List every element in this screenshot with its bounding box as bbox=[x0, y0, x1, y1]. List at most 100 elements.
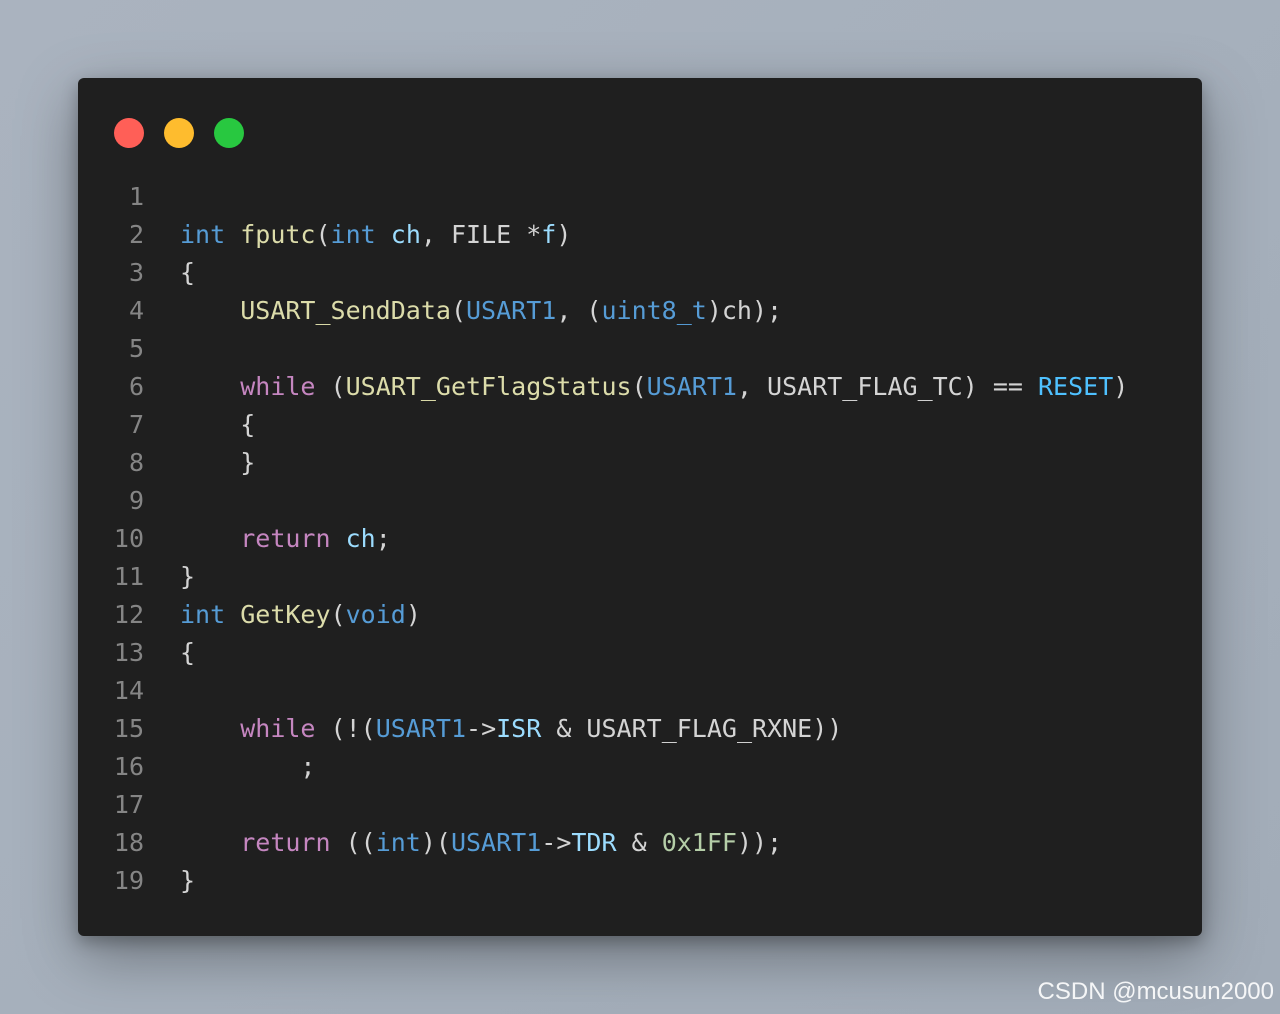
line-source: { bbox=[144, 634, 195, 672]
window-controls bbox=[114, 118, 244, 148]
line-source: int fputc(int ch, FILE *f) bbox=[144, 216, 571, 254]
line-source: } bbox=[144, 444, 255, 482]
code-token: )ch); bbox=[706, 296, 783, 325]
code-line: 2 int fputc(int ch, FILE *f) bbox=[78, 216, 1202, 254]
line-source: int GetKey(void) bbox=[144, 596, 421, 634]
code-line: 7 { bbox=[78, 406, 1202, 444]
minimize-icon[interactable] bbox=[164, 118, 194, 148]
code-token: ( bbox=[330, 600, 346, 629]
code-token: ( bbox=[450, 296, 466, 325]
line-number: 14 bbox=[113, 676, 144, 705]
code-token: } bbox=[180, 562, 196, 591]
code-line: 18 return ((int)(USART1->TDR & 0x1FF)); bbox=[78, 824, 1202, 862]
line-number: 19 bbox=[113, 866, 144, 895]
code-token: )( bbox=[420, 828, 451, 857]
code-token: ISR bbox=[496, 714, 542, 743]
code-token: ch bbox=[390, 220, 421, 249]
line-number: 16 bbox=[113, 752, 144, 781]
line-number: 4 bbox=[128, 296, 144, 325]
code-block: 1 2 int fputc(int ch, FILE *f) 3{4 USART_Se… bbox=[78, 178, 1202, 900]
line-number: 15 bbox=[113, 714, 144, 743]
line-number: 2 bbox=[128, 220, 144, 249]
code-token: f bbox=[541, 220, 557, 249]
line-number: 13 bbox=[113, 638, 144, 667]
code-token: { bbox=[180, 258, 196, 287]
code-token: while bbox=[240, 372, 316, 401]
code-window: 1 2 int fputc(int ch, FILE *f) 3{4 USART_Se… bbox=[78, 78, 1202, 936]
code-token: int bbox=[330, 220, 376, 249]
line-source bbox=[144, 330, 180, 368]
code-token: USART1 bbox=[646, 372, 737, 401]
code-line: 8 } bbox=[78, 444, 1202, 482]
code-token: ; bbox=[375, 524, 391, 553]
line-source: while (!(USART1->ISR & USART_FLAG_RXNE)) bbox=[144, 710, 842, 748]
line-source: } bbox=[144, 558, 195, 596]
code-line: 1 bbox=[78, 178, 1202, 216]
code-token: ( bbox=[315, 372, 346, 401]
line-number: 7 bbox=[128, 410, 144, 439]
code-token: 0x1FF bbox=[661, 828, 737, 857]
line-source bbox=[144, 786, 180, 824]
line-source: return ch; bbox=[144, 520, 391, 558]
code-line: 4 USART_SendData(USART1, (uint8_t)ch); bbox=[78, 292, 1202, 330]
code-token: TDR bbox=[571, 828, 617, 857]
line-number: 1 bbox=[128, 182, 144, 211]
code-token: ( bbox=[631, 372, 647, 401]
line-source: { bbox=[144, 406, 255, 444]
line-source: } bbox=[144, 862, 195, 900]
code-token: ) bbox=[405, 600, 421, 629]
code-line: 19} bbox=[78, 862, 1202, 900]
close-icon[interactable] bbox=[114, 118, 144, 148]
line-number: 9 bbox=[128, 486, 144, 515]
code-token: USART_GetFlagStatus bbox=[345, 372, 632, 401]
code-token: , ( bbox=[556, 296, 602, 325]
line-number: 17 bbox=[113, 790, 144, 819]
line-number: 5 bbox=[128, 334, 144, 363]
code-token: return bbox=[240, 828, 331, 857]
code-token: -> bbox=[541, 828, 572, 857]
line-number: 3 bbox=[128, 258, 144, 287]
code-token: RESET bbox=[1037, 372, 1114, 401]
code-token: int bbox=[375, 828, 421, 857]
code-token: } bbox=[180, 448, 256, 477]
line-source bbox=[144, 482, 180, 520]
code-line: 15 while (!(USART1->ISR & USART_FLAG_RXN… bbox=[78, 710, 1202, 748]
code-line: 13 { bbox=[78, 634, 1202, 672]
code-token: while bbox=[240, 714, 316, 743]
maximize-icon[interactable] bbox=[214, 118, 244, 148]
code-token: (( bbox=[330, 828, 376, 857]
code-token: )); bbox=[736, 828, 783, 857]
code-token: ( bbox=[315, 220, 331, 249]
code-line: 5 bbox=[78, 330, 1202, 368]
line-source: return ((int)(USART1->TDR & 0x1FF)); bbox=[144, 824, 782, 862]
watermark: CSDN @mcusun2000 bbox=[1037, 978, 1274, 1005]
code-token: -> bbox=[466, 714, 497, 743]
code-token: USART1 bbox=[466, 296, 557, 325]
line-number: 12 bbox=[113, 600, 144, 629]
code-line: 3{ bbox=[78, 254, 1202, 292]
code-token: int bbox=[180, 600, 226, 629]
line-source: while (USART_GetFlagStatus(USART1, USART… bbox=[144, 368, 1128, 406]
line-number: 18 bbox=[113, 828, 144, 857]
line-number: 11 bbox=[113, 562, 144, 591]
code-token: { bbox=[180, 638, 196, 667]
code-token: USART1 bbox=[375, 714, 467, 743]
code-line: 10 return ch; bbox=[78, 520, 1202, 558]
code-token: ) bbox=[556, 220, 572, 249]
code-line: 11} bbox=[78, 558, 1202, 596]
line-number: 8 bbox=[128, 448, 144, 477]
code-line: 14 bbox=[78, 672, 1202, 710]
code-line: 12 int GetKey(void) bbox=[78, 596, 1202, 634]
line-number: 6 bbox=[128, 372, 144, 401]
code-token: fputc bbox=[240, 220, 316, 249]
code-token: & USART_FLAG_RXNE)) bbox=[541, 714, 843, 743]
code-token: ; bbox=[180, 752, 316, 781]
code-line: 6 while (USART_GetFlagStatus(USART1, USA… bbox=[78, 368, 1202, 406]
code-token: , FILE * bbox=[420, 220, 542, 249]
